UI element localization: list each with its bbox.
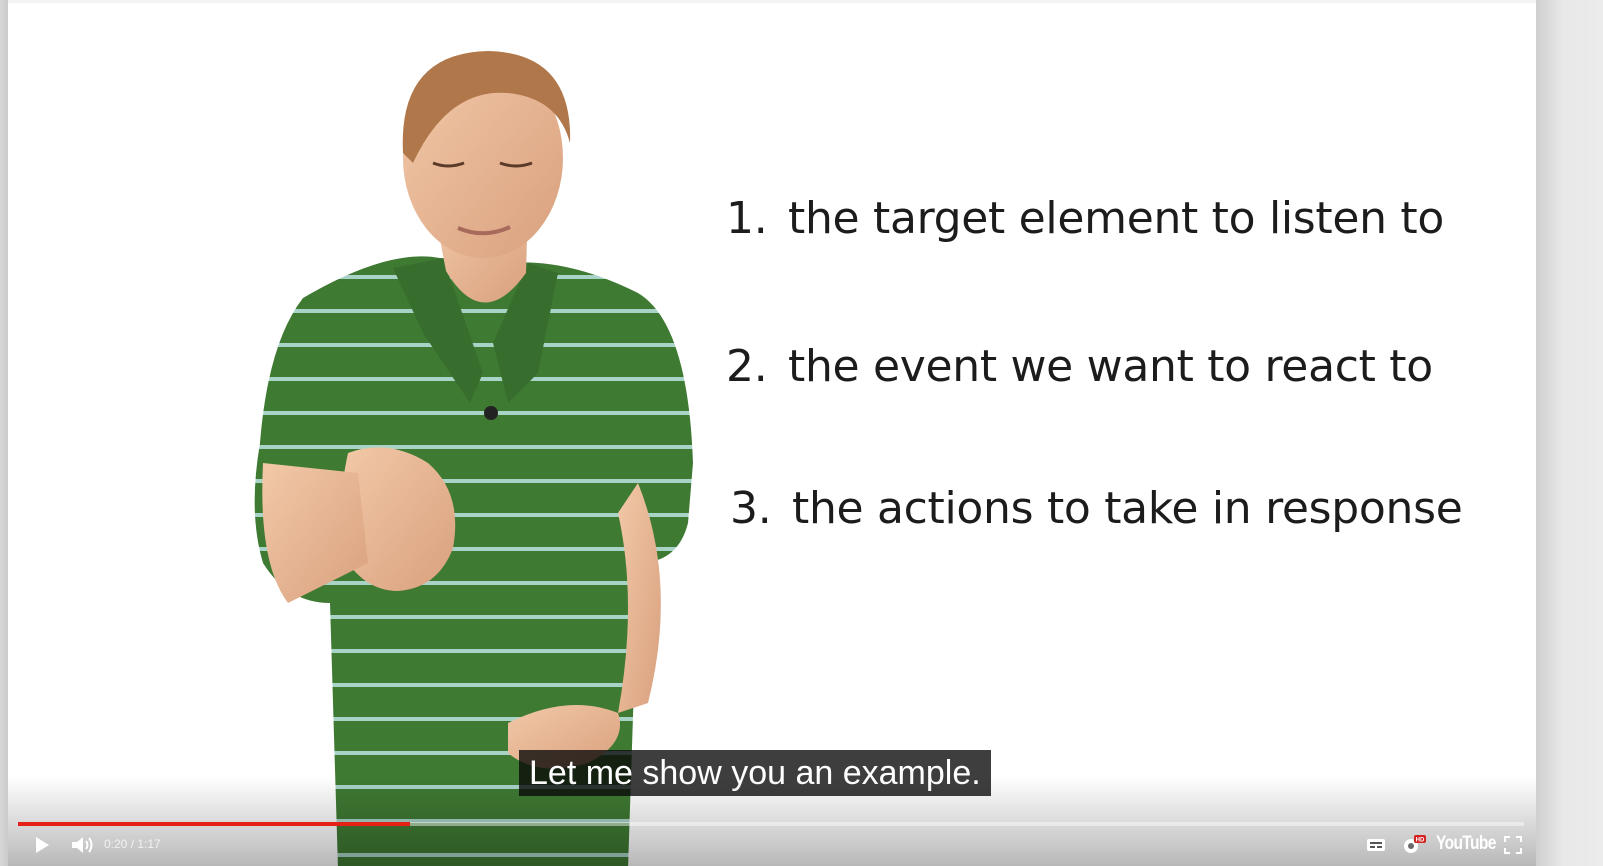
play-icon bbox=[36, 837, 49, 853]
play-button[interactable] bbox=[28, 833, 56, 857]
right-page-edge bbox=[1536, 0, 1603, 866]
left-page-edge bbox=[0, 0, 8, 866]
captions-button[interactable] bbox=[1364, 833, 1388, 857]
fullscreen-icon bbox=[1504, 836, 1522, 854]
progress-bar-played bbox=[18, 822, 410, 826]
captions-icon bbox=[1367, 839, 1385, 851]
progress-bar[interactable] bbox=[18, 822, 1524, 826]
hd-badge: HD bbox=[1416, 838, 1425, 844]
settings-button[interactable]: HD bbox=[1400, 833, 1428, 857]
youtube-logo[interactable]: YouTube bbox=[1436, 833, 1496, 855]
volume-button[interactable] bbox=[68, 833, 98, 857]
time-display: 0:20 / 1:17 bbox=[104, 837, 161, 851]
video-player[interactable]: 1. the target element to listen to 2. th… bbox=[8, 0, 1536, 866]
volume-icon bbox=[72, 837, 93, 853]
slide-item-text: the target element to listen to bbox=[788, 193, 1444, 244]
slide-item-number: 1. bbox=[726, 193, 768, 244]
slide-item-text: the event we want to react to bbox=[788, 341, 1433, 392]
page: 1. the target element to listen to 2. th… bbox=[0, 0, 1603, 866]
slide-item-text: the actions to take in response bbox=[792, 483, 1463, 534]
player-controls: 0:20 / 1:17 HD YouTube bbox=[8, 829, 1536, 866]
slide-item-3: 3. the actions to take in response bbox=[730, 483, 1463, 534]
fullscreen-button[interactable] bbox=[1500, 833, 1526, 857]
slide-item-1: 1. the target element to listen to bbox=[726, 193, 1444, 244]
presenter-figure bbox=[254, 51, 693, 866]
slide-item-2: 2. the event we want to react to bbox=[726, 341, 1433, 392]
slide-item-number: 3. bbox=[730, 483, 772, 534]
settings-gear-icon: HD bbox=[1404, 835, 1426, 853]
slide-item-number: 2. bbox=[726, 341, 768, 392]
